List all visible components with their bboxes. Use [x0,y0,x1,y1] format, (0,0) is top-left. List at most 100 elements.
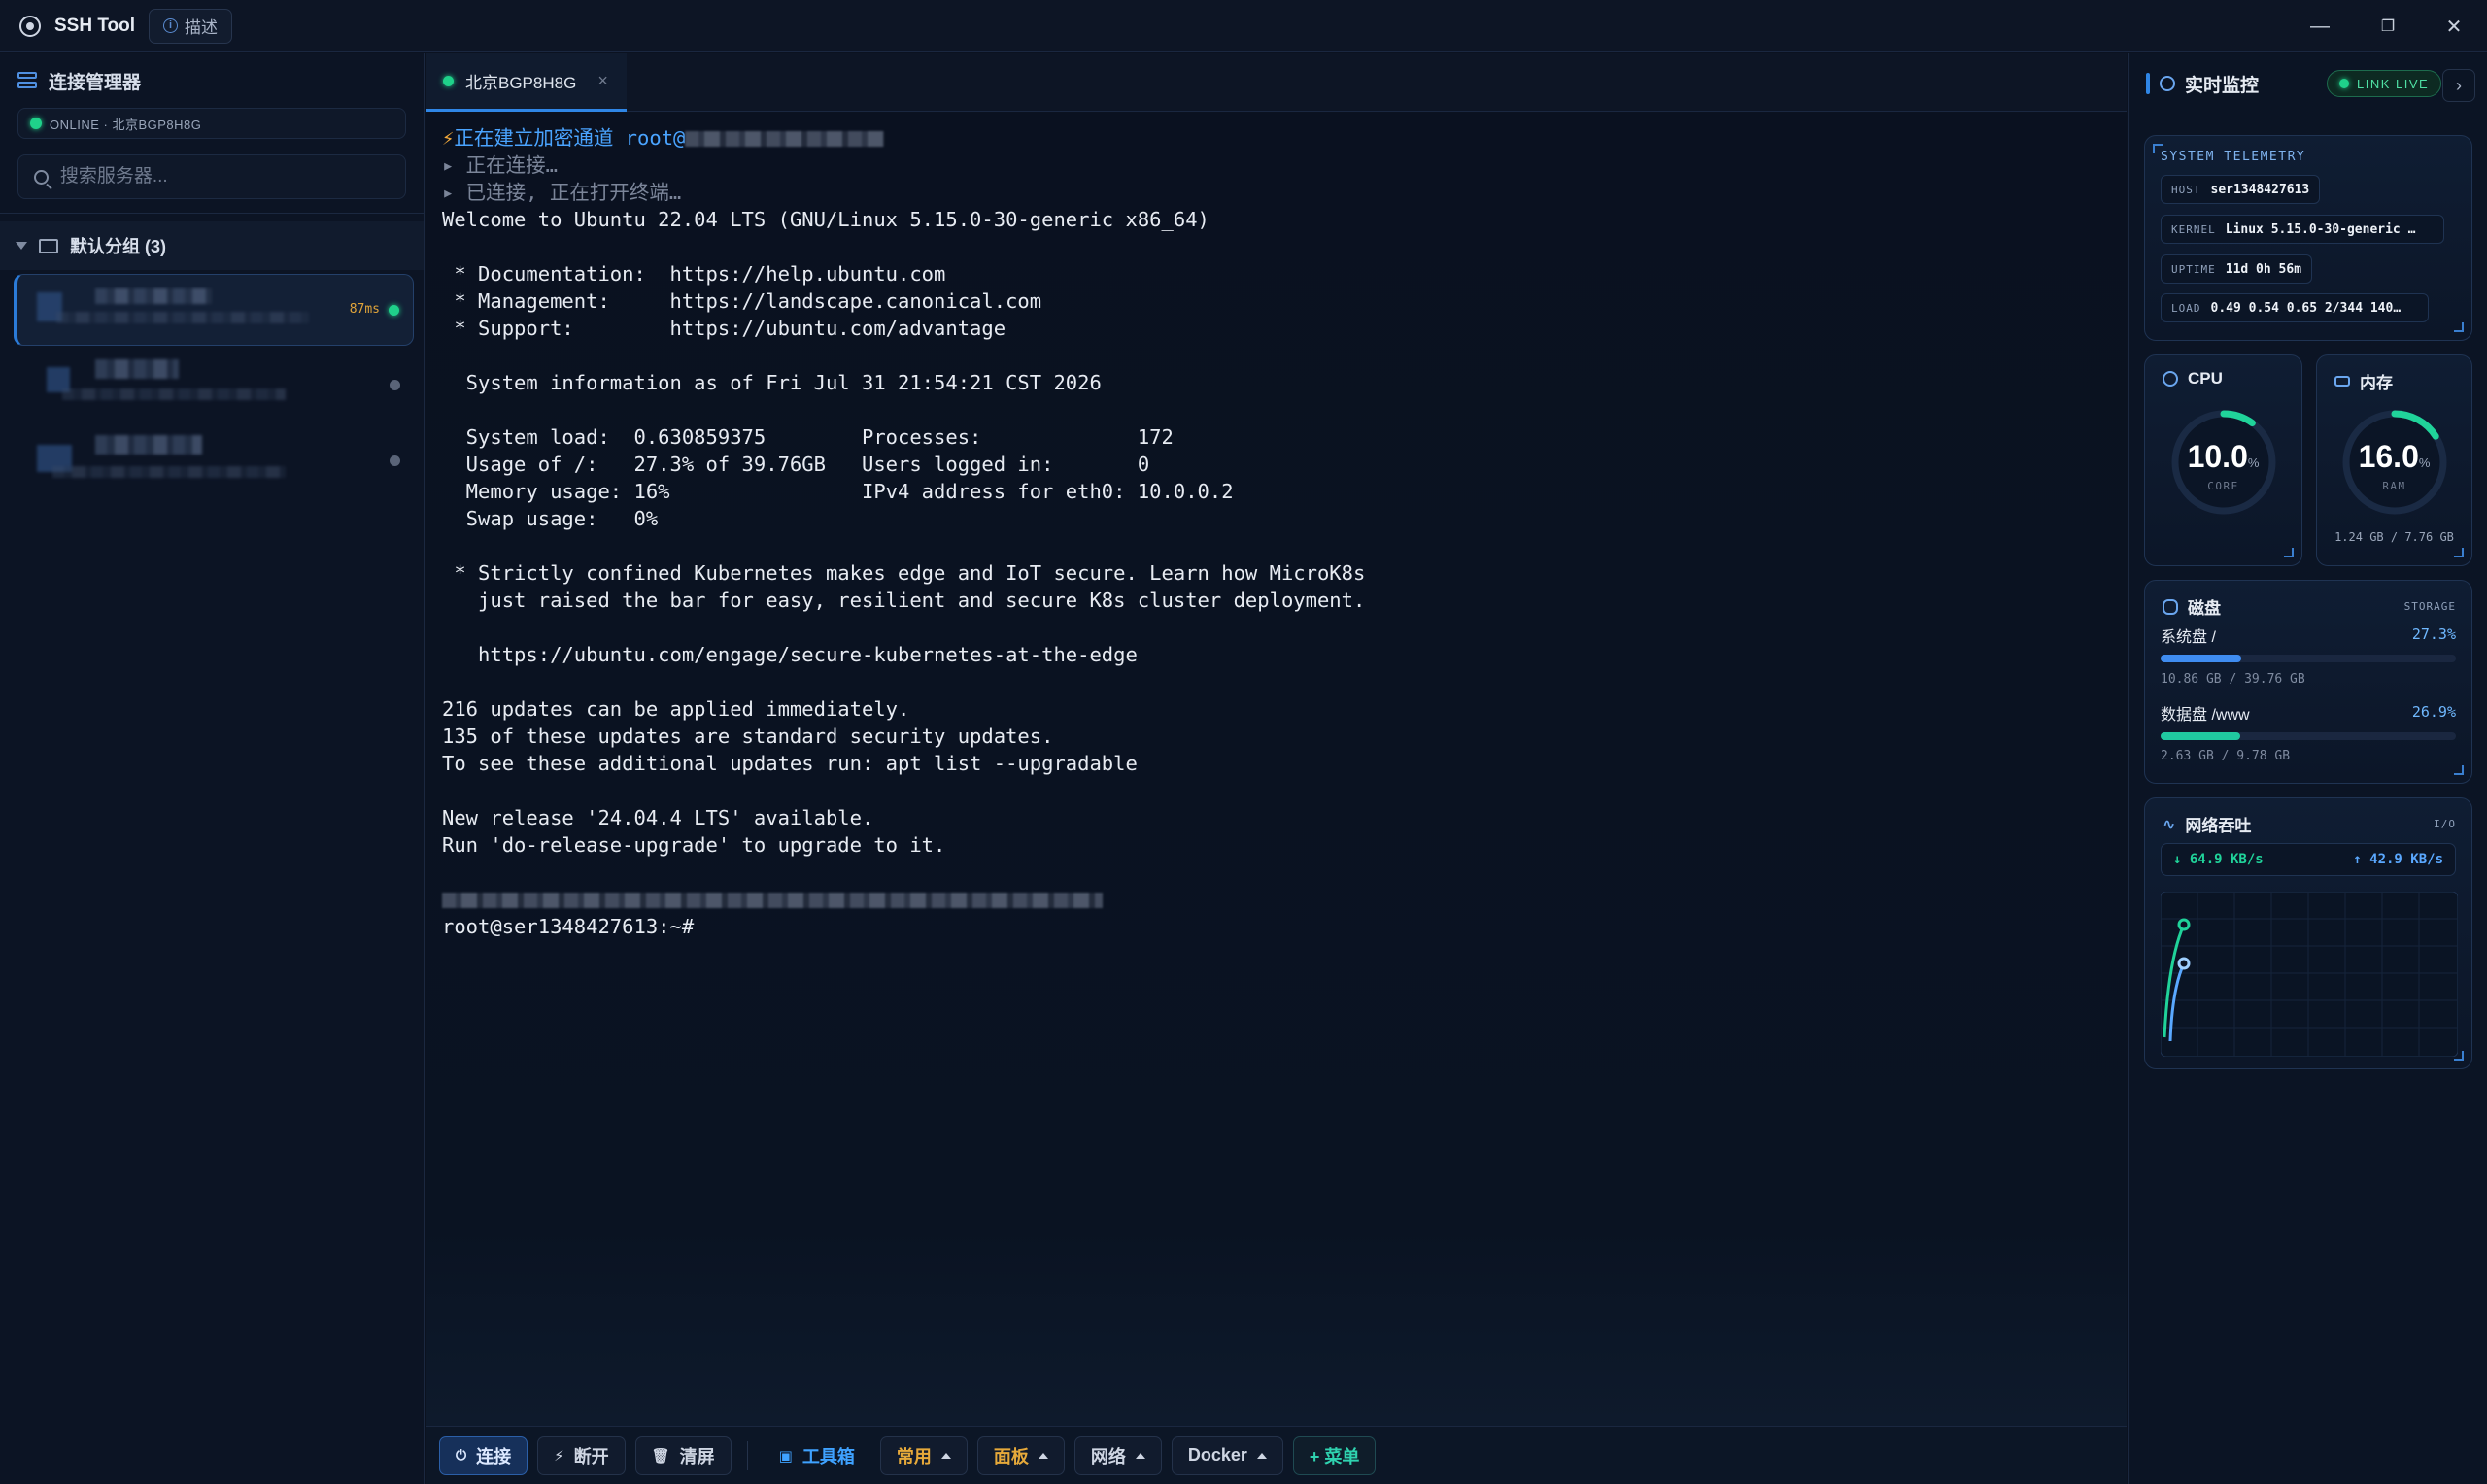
cpu-value: 10.0% [2145,439,2301,475]
memory-value: 16.0% [2317,439,2471,475]
memory-card: 内存 16.0% RAM 1.24 GB / 7.76 GB [2316,354,2472,566]
terminal-line: Welcome to Ubuntu 22.04 LTS (GNU/Linux 5… [442,208,1209,231]
server-item-1[interactable]: 87ms [14,274,414,346]
cpu-sub: CORE [2207,480,2239,492]
panel-menu-button[interactable]: 面板 [976,1435,1065,1475]
restore-button[interactable]: ❐ [2361,0,2415,52]
terminal-line: System information as of Fri Jul 31 21:5… [442,371,1102,394]
telemetry-value: Linux 5.15.0-30-generic … [2225,221,2416,237]
disk-progress-fill [2161,732,2240,740]
server-host-redacted [56,312,309,323]
telemetry-key: HOST [2171,183,2201,196]
terminal-line: * Strictly confined Kubernetes makes edg… [442,561,1366,585]
terminal-line: New release '24.04.4 LTS' available. [442,806,874,829]
telemetry-load: LOAD 0.49 0.54 0.65 2/344 140… [2161,293,2429,322]
terminal-prompt: root@ser1348427613:~# [442,915,695,938]
tab-session[interactable]: 北京BGP8H8G × [426,53,627,112]
memory-usage: 1.24 GB / 7.76 GB [2334,530,2454,544]
io-tag: I/O [2434,818,2456,830]
search-input[interactable] [59,166,405,187]
terminal-connecting-line: ⚡正在建立加密通道 root@ [442,124,2110,152]
monitor-header: 实时监控 LINK LIVE [2129,53,2487,114]
clear-screen-button[interactable]: 🗑 清屏 [634,1435,732,1475]
server-item-3[interactable] [14,425,414,497]
telemetry-uptime: UPTIME 11d 0h 56m [2161,254,2313,284]
close-tab-icon[interactable]: × [597,71,608,91]
connect-button[interactable]: ⏻ 连接 [439,1435,528,1475]
server-item-2[interactable] [14,350,414,422]
telemetry-key: KERNEL [2171,222,2216,236]
gear-icon [2160,76,2175,91]
search-icon [34,169,49,185]
add-menu-label: + 菜单 [1309,1446,1360,1467]
collapse-panel-button[interactable]: › [2442,69,2475,102]
clear-label: 清屏 [679,1446,715,1467]
terminal-toolbar: ⏻ 连接 ⚡ 断开 🗑 清屏 ▣ 工具箱 常用 面板 网络 Docker + 菜… [426,1426,2127,1484]
network-rates: ↓ 64.9 KB/s ↑ 42.9 KB/s [2161,843,2456,876]
database-icon [2163,598,2178,615]
server-host-redacted [52,466,286,478]
terminal-line: * Documentation: https://help.ubuntu.com [442,262,946,286]
telemetry-value: 11d 0h 56m [2225,261,2302,277]
disk-name: 数据盘 /www [2161,707,2250,724]
toolbox-button[interactable]: ▣ 工具箱 [764,1436,870,1475]
download-point [2177,918,2191,931]
disk-progress-fill [2161,655,2241,662]
terminal-line: just raised the bar for easy, resilient … [442,589,1366,612]
network-chart [2161,892,2458,1057]
disconnect-button[interactable]: ⚡ 断开 [537,1435,626,1475]
terminal-line: * Support: https://ubuntu.com/advantage [442,317,1006,340]
server-offline-icon [390,380,400,390]
live-label: LINK LIVE [2357,76,2430,91]
terminal-line: To see these additional updates run: apt… [442,752,1138,775]
online-status-icon [30,118,42,129]
memory-sub: RAM [2382,480,2406,492]
disk-percent: 26.9% [2411,703,2456,721]
latency-badge: 87ms [349,302,380,317]
server-group-default[interactable]: 默认分组 (3) [0,221,424,270]
host-redacted [685,131,885,147]
trash-icon: 🗑 [651,1447,670,1465]
chevron-down-icon[interactable] [16,242,27,250]
close-window-button[interactable]: ✕ [2427,0,2481,52]
plug-icon: ⏻ [456,1447,467,1463]
cpu-card: CPU 10.0% CORE [2144,354,2302,566]
disk-name: 系统盘 / [2161,629,2216,646]
terminal-line: Usage of /: 27.3% of 39.76GB Users logge… [442,453,1150,476]
docker-menu-button[interactable]: Docker [1171,1435,1283,1475]
minimize-button[interactable]: — [2293,0,2347,52]
server-name-redacted [95,288,212,304]
live-dot-icon [2339,79,2350,88]
server-search[interactable] [17,154,406,199]
terminal-output[interactable]: ⚡正在建立加密通道 root@ ▸ 正在连接… ▸ 已连接, 正在打开终端… W… [426,113,2127,1426]
server-host-redacted [62,388,286,400]
download-rate: ↓ 64.9 KB/s [2173,852,2264,867]
caret-up-icon [940,1452,951,1459]
telemetry-value: 0.49 0.54 0.65 2/344 140… [2210,300,2402,316]
network-card: ∿ 网络吞吐 I/O ↓ 64.9 KB/s ↑ 42.9 KB/s [2144,797,2472,1069]
network-menu-button[interactable]: 网络 [1073,1435,1162,1475]
toolbar-separator [746,1440,748,1470]
disconnect-label: 断开 [573,1446,609,1467]
add-menu-button[interactable]: + 菜单 [1292,1435,1377,1475]
network-chart-frame [2161,892,2458,1057]
caret-up-icon [1135,1452,1145,1459]
sidebar-divider [0,213,424,214]
connection-status-text: ONLINE · 北京BGP8H8G [50,117,202,132]
connecting-text: 正在建立加密通道 root@ [454,126,686,150]
unplug-icon: ⚡ [554,1447,564,1465]
terminal-line: https://ubuntu.com/engage/secure-kuberne… [442,643,1138,666]
monitor-title: 实时监控 [2185,75,2260,96]
corner-decoration [2454,548,2464,557]
sidebar-header: 连接管理器 [0,53,424,108]
server-name-redacted [95,359,179,379]
common-menu-button[interactable]: 常用 [879,1435,968,1475]
cpu-unit: % [2247,455,2260,470]
description-button[interactable]: i 描述 [149,8,233,44]
disk-detail: 10.86 GB / 39.76 GB [2161,672,2305,687]
